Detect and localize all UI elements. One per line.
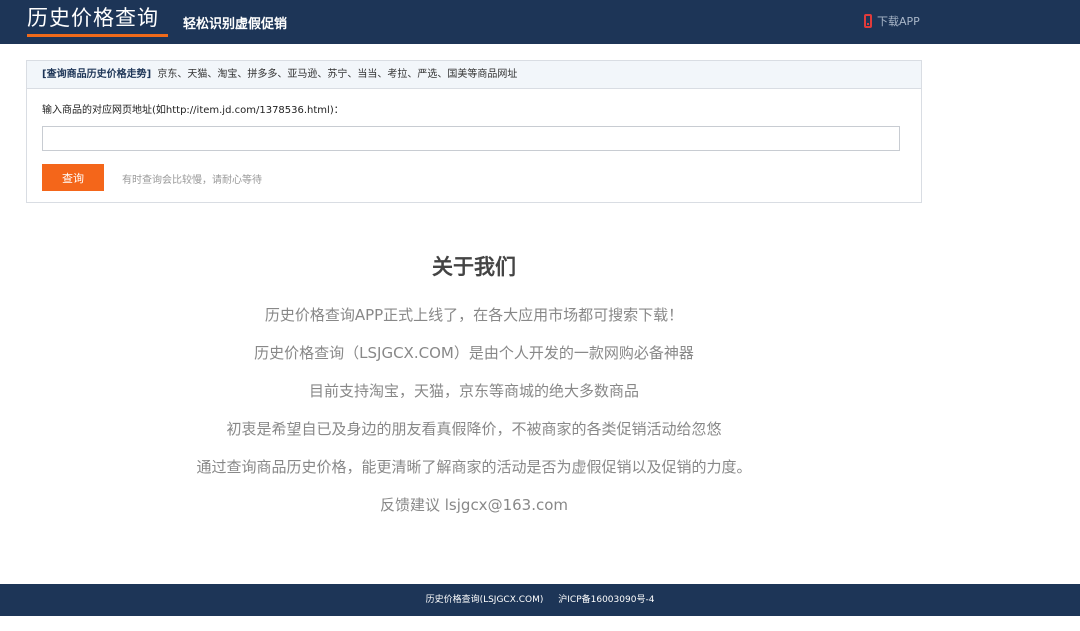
about-line: 历史价格查询（LSJGCX.COM）是由个人开发的一款网购必备神器 [254, 344, 694, 362]
site-logo[interactable]: 历史价格查询 [27, 4, 168, 37]
product-url-input[interactable] [42, 126, 900, 151]
page-footer: 历史价格查询(LSJGCX.COM) 沪ICP备16003090号-4 [0, 584, 1080, 616]
about-us-title: 关于我们 [432, 255, 516, 279]
query-panel-header: [查询商品历史价格走势] 京东、天猫、淘宝、拼多多、亚马逊、苏宁、当当、考拉、严… [27, 61, 921, 89]
download-app-label[interactable]: 下载APP [877, 13, 920, 29]
logo-text[interactable]: 历史价格查询 [27, 4, 168, 32]
about-line: 初衷是希望自已及身边的朋友看真假降价，不被商家的各类促销活动给忽悠 [226, 420, 722, 438]
about-line: 目前支持淘宝，天猫，京东等商城的绝大多数商品 [308, 382, 639, 400]
phone-icon [864, 14, 872, 28]
query-hint: 有时查询会比较慢，请耐心等待 [122, 175, 262, 186]
site-slogan: 轻松识别虚假促销 [183, 17, 288, 32]
query-panel-title: [查询商品历史价格走势] [42, 69, 152, 80]
download-app-link[interactable]: 下载APP [864, 13, 920, 29]
query-button[interactable]: 查询 [42, 164, 104, 191]
supported-sites: 京东、天猫、淘宝、拼多多、亚马逊、苏宁、当当、考拉、严选、国美等商品网址 [157, 69, 518, 80]
price-query-panel: [查询商品历史价格走势] 京东、天猫、淘宝、拼多多、亚马逊、苏宁、当当、考拉、严… [26, 60, 922, 203]
about-line: 历史价格查询APP正式上线了，在各大应用市场都可搜索下载！ [264, 306, 684, 324]
footer-site-name: 历史价格查询(LSJGCX.COM) [425, 595, 544, 605]
about-line: 通过查询商品历史价格，能更清晰了解商家的活动是否为虚假促销以及促销的力度。 [196, 458, 752, 476]
url-input-label: 输入商品的对应网页地址(如http://item.jd.com/1378536.… [42, 105, 344, 116]
footer-icp-link[interactable]: 沪ICP备16003090号-4 [558, 595, 654, 605]
feedback-email[interactable]: 反馈建议 lsjgcx@163.com [0, 494, 948, 515]
top-header: 历史价格查询 轻松识别虚假促销 下载APP [0, 0, 1080, 44]
